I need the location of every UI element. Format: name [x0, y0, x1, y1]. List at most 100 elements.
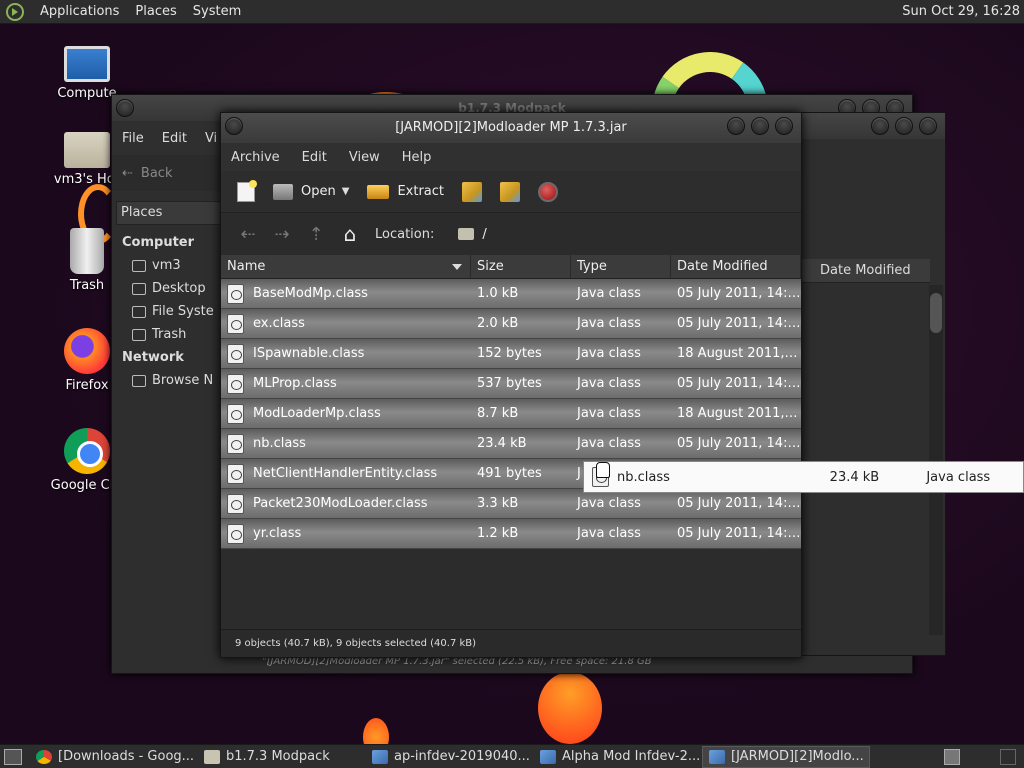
back-button[interactable]: Back — [141, 166, 173, 181]
desktop-icon-computer[interactable]: Compute — [43, 46, 131, 101]
archive-window-background[interactable]: Date Modified — [800, 112, 946, 656]
extract-icon — [367, 184, 390, 199]
new-archive-button[interactable] — [231, 178, 261, 206]
home-icon[interactable]: ⌂ — [333, 222, 367, 246]
system-menu[interactable]: System — [185, 4, 249, 19]
clock[interactable]: Sun Oct 29, 16:28 — [902, 4, 1024, 19]
taskbar-item-archive-2[interactable]: Alpha Mod Infdev-2... — [534, 746, 702, 768]
menu-help[interactable]: Help — [402, 150, 442, 165]
window-menu-button[interactable] — [116, 99, 134, 117]
archive-manager-window[interactable]: [JARMOD][2]Modloader MP 1.7.3.jar Archiv… — [220, 112, 802, 658]
menu-view[interactable]: Vi — [205, 131, 217, 146]
table-row[interactable]: yr.class 1.2 kB Java class 05 July 2011, 14… — [221, 519, 801, 549]
column-header-size[interactable]: Size — [471, 255, 571, 278]
workspace-switcher-1[interactable] — [944, 748, 960, 765]
file-rows: BaseModMp.class 1.0 kB Java class 05 July 2… — [221, 279, 801, 549]
sidebar-item-trash[interactable]: Trash — [122, 323, 222, 346]
stop-button[interactable] — [532, 178, 564, 206]
places-menu[interactable]: Places — [127, 4, 184, 19]
table-row[interactable]: MLProp.class 537 bytes Java class 05 July 2… — [221, 369, 801, 399]
maximize-button[interactable] — [895, 117, 913, 135]
top-panel: Applications Places System Sun Oct 29, 1… — [0, 0, 1024, 24]
close-button[interactable] — [919, 117, 937, 135]
sidebar-item-label: vm3 — [152, 258, 181, 273]
table-row[interactable]: nb.class 23.4 kB Java class 05 July 2011, 1… — [221, 429, 801, 459]
taskbar-item-chrome[interactable]: [Downloads - Goog... — [30, 746, 198, 768]
menubar: Archive Edit View Help — [221, 143, 801, 171]
file-size: 537 bytes — [477, 376, 542, 391]
sidebar-item-browse-network[interactable]: Browse N — [122, 369, 222, 392]
file-name: NetClientHandlerEntity.class — [253, 466, 438, 481]
file-type: Java class — [577, 286, 641, 301]
taskbar-item-file-manager[interactable]: b1.7.3 Modpack — [198, 746, 366, 768]
taskbar-item-label: ap-infdev-2019040... — [394, 749, 530, 764]
extract-button[interactable]: Extract — [361, 180, 450, 203]
add-files-button[interactable] — [456, 178, 488, 206]
taskbar-item-label: [JARMOD][2]Modlo... — [731, 749, 864, 764]
location-label: Location: — [375, 226, 435, 242]
file-type: Java class — [577, 346, 641, 361]
file-date: 18 August 2011, 0... — [677, 346, 801, 361]
drag-file-name: nb.class — [617, 469, 670, 485]
column-header-name[interactable]: Name — [221, 255, 471, 278]
file-list-empty-area[interactable] — [221, 549, 801, 637]
applications-menu[interactable]: Applications — [32, 4, 127, 19]
dropdown-arrow-icon[interactable]: ▼ — [342, 186, 350, 197]
menu-edit[interactable]: Edit — [162, 131, 187, 146]
menu-edit[interactable]: Edit — [302, 150, 337, 165]
taskbar-item-label: Alpha Mod Infdev-2... — [562, 749, 701, 764]
java-class-file-icon — [227, 373, 244, 394]
window-titlebar: [JARMOD][2]Modloader MP 1.7.3.jar — [221, 113, 801, 143]
open-button[interactable]: Open ▼ — [267, 180, 355, 204]
file-size: 1.0 kB — [477, 286, 519, 301]
scrollbar-track[interactable] — [929, 285, 943, 635]
window-menu-button[interactable] — [225, 117, 243, 135]
table-row[interactable]: Packet230ModLoader.class 3.3 kB Java class… — [221, 489, 801, 519]
java-class-file-icon — [227, 463, 244, 484]
forward-arrow-icon[interactable]: ⇢ — [265, 224, 299, 245]
minimize-button[interactable] — [871, 117, 889, 135]
add-folder-button[interactable] — [494, 178, 526, 206]
taskbar-item-archive-1[interactable]: ap-infdev-2019040... — [366, 746, 534, 768]
file-type: Java class — [577, 406, 641, 421]
places-dropdown[interactable]: Places — [116, 201, 226, 225]
menu-archive[interactable]: Archive — [231, 150, 290, 165]
file-name: ISpawnable.class — [253, 346, 365, 361]
file-size: 152 bytes — [477, 346, 542, 361]
close-button[interactable] — [775, 117, 793, 135]
table-row[interactable]: BaseModMp.class 1.0 kB Java class 05 July 2… — [221, 279, 801, 309]
sidebar-heading-computer: Computer — [122, 235, 195, 250]
column-header-date-modified[interactable]: Date Modified — [800, 259, 930, 283]
file-size: 2.0 kB — [477, 316, 519, 331]
column-header-type[interactable]: Type — [571, 255, 671, 278]
sidebar-item-vm3[interactable]: vm3 — [122, 254, 222, 277]
file-date: 05 July 2011, 14:32 — [677, 436, 801, 451]
file-size: 23.4 kB — [477, 436, 527, 451]
column-header-date-modified[interactable]: Date Modified — [671, 255, 801, 278]
menu-file[interactable]: File — [122, 131, 144, 146]
up-arrow-icon[interactable]: ⇡ — [299, 224, 333, 245]
show-desktop-icon[interactable] — [4, 748, 22, 765]
java-class-file-icon — [227, 283, 244, 304]
scrollbar-thumb[interactable] — [930, 293, 942, 333]
taskbar-item-archive-3[interactable]: [JARMOD][2]Modlo... — [702, 745, 870, 768]
location-field[interactable]: / — [458, 227, 487, 242]
back-arrow-icon[interactable]: ⇠ — [231, 224, 265, 245]
file-type: Java class — [577, 316, 641, 331]
sidebar-item-desktop[interactable]: Desktop — [122, 277, 222, 300]
table-row[interactable]: ISpawnable.class 152 bytes Java class 18 Au… — [221, 339, 801, 369]
sidebar-heading-network: Network — [122, 350, 184, 365]
distro-logo-icon[interactable] — [6, 2, 24, 21]
table-row[interactable]: ModLoaderMp.class 8.7 kB Java class 18 Augu… — [221, 399, 801, 429]
minimize-button[interactable] — [727, 117, 745, 135]
sidebar-item-filesystem[interactable]: File Syste — [122, 300, 222, 323]
file-name: yr.class — [253, 526, 302, 541]
java-class-file-icon — [227, 403, 244, 424]
back-arrow-icon[interactable]: ⇠ — [122, 166, 133, 181]
workspace-switcher-2[interactable] — [1000, 748, 1016, 765]
table-row[interactable]: ex.class 2.0 kB Java class 05 July 2011, 14… — [221, 309, 801, 339]
column-headers: Name Size Type Date Modified — [221, 255, 801, 279]
stop-icon — [538, 181, 558, 202]
maximize-button[interactable] — [751, 117, 769, 135]
menu-view[interactable]: View — [349, 150, 390, 165]
